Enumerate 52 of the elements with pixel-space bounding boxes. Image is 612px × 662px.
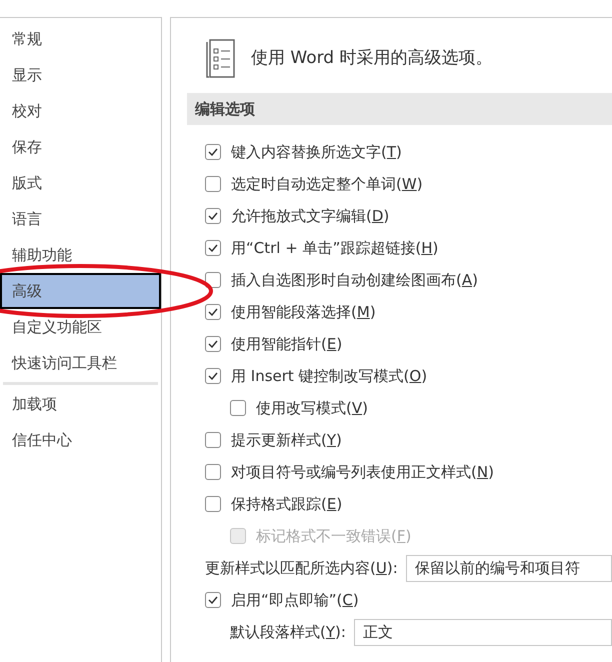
section-header: 编辑选项 <box>187 93 612 125</box>
checkmark-icon <box>208 212 218 220</box>
checkmark-icon <box>208 340 218 348</box>
dropdown-field[interactable]: 保留以前的编号和项目符 <box>406 554 612 582</box>
option-label: 启用“即点即输”(C) <box>231 590 359 611</box>
checkbox[interactable] <box>205 240 221 256</box>
option-label: 保持格式跟踪(E) <box>231 494 342 515</box>
option-label: 用 Insert 键控制改写模式(O) <box>231 366 428 387</box>
checkmark-icon <box>208 148 218 156</box>
option-label: 默认段落样式(Y): <box>230 622 346 643</box>
sidebar-item[interactable]: 自定义功能区 <box>12 318 102 336</box>
option-label: 允许拖放式文字编辑(D) <box>231 206 390 227</box>
sidebar-item[interactable]: 信任中心 <box>12 431 72 449</box>
option-label: 更新样式以匹配所选内容(U): <box>205 558 398 579</box>
dropdown-field[interactable]: 正文 <box>354 618 612 646</box>
checkmark-icon <box>208 244 218 252</box>
checkmark-icon <box>208 308 218 316</box>
option-label: 使用智能段落选择(M) <box>231 302 376 323</box>
checkbox[interactable] <box>230 400 246 416</box>
checkbox[interactable] <box>205 304 221 320</box>
option-label: 提示更新样式(Y) <box>231 430 342 451</box>
checkbox[interactable] <box>205 464 221 480</box>
checkbox[interactable] <box>205 176 221 192</box>
checkbox[interactable] <box>205 144 221 160</box>
checkbox[interactable] <box>205 336 221 352</box>
option-label: 对项目符号或编号列表使用正文样式(N) <box>231 462 494 483</box>
sidebar-item[interactable]: 高级 <box>0 273 161 309</box>
sidebar-item[interactable]: 常规 <box>12 30 42 48</box>
option-label: 使用改写模式(V) <box>256 398 368 419</box>
checkbox[interactable] <box>205 496 221 512</box>
option-label: 用“Ctrl + 单击”跟踪超链接(H) <box>231 238 438 259</box>
sidebar-item[interactable]: 显示 <box>12 66 42 84</box>
checkmark-icon <box>208 372 218 380</box>
option-label: 使用智能指针(E) <box>231 334 342 355</box>
sidebar-item[interactable]: 语言 <box>12 210 42 228</box>
sidebar-item[interactable]: 校对 <box>12 102 42 120</box>
checkbox[interactable] <box>205 592 221 608</box>
option-label: 插入自选图形时自动创建绘图画布(A) <box>231 270 478 291</box>
option-label: 选定时自动选定整个单词(W) <box>231 174 423 195</box>
sidebar-item[interactable]: 快速访问工具栏 <box>12 354 117 372</box>
sidebar-item[interactable]: 保存 <box>12 138 42 156</box>
checkbox[interactable] <box>205 368 221 384</box>
checkbox[interactable] <box>205 208 221 224</box>
sidebar-item[interactable]: 版式 <box>12 174 42 192</box>
sidebar-item[interactable]: 加载项 <box>12 395 57 413</box>
option-label: 键入内容替换所选文字(T) <box>231 142 402 163</box>
sidebar-item[interactable]: 辅助功能 <box>12 246 72 264</box>
option-label: 标记格式不一致错误(F) <box>256 526 412 547</box>
document-list-icon <box>205 39 235 79</box>
page-title: 使用 Word 时采用的高级选项。 <box>251 47 493 70</box>
checkmark-icon <box>208 596 218 604</box>
checkbox[interactable] <box>205 432 221 448</box>
